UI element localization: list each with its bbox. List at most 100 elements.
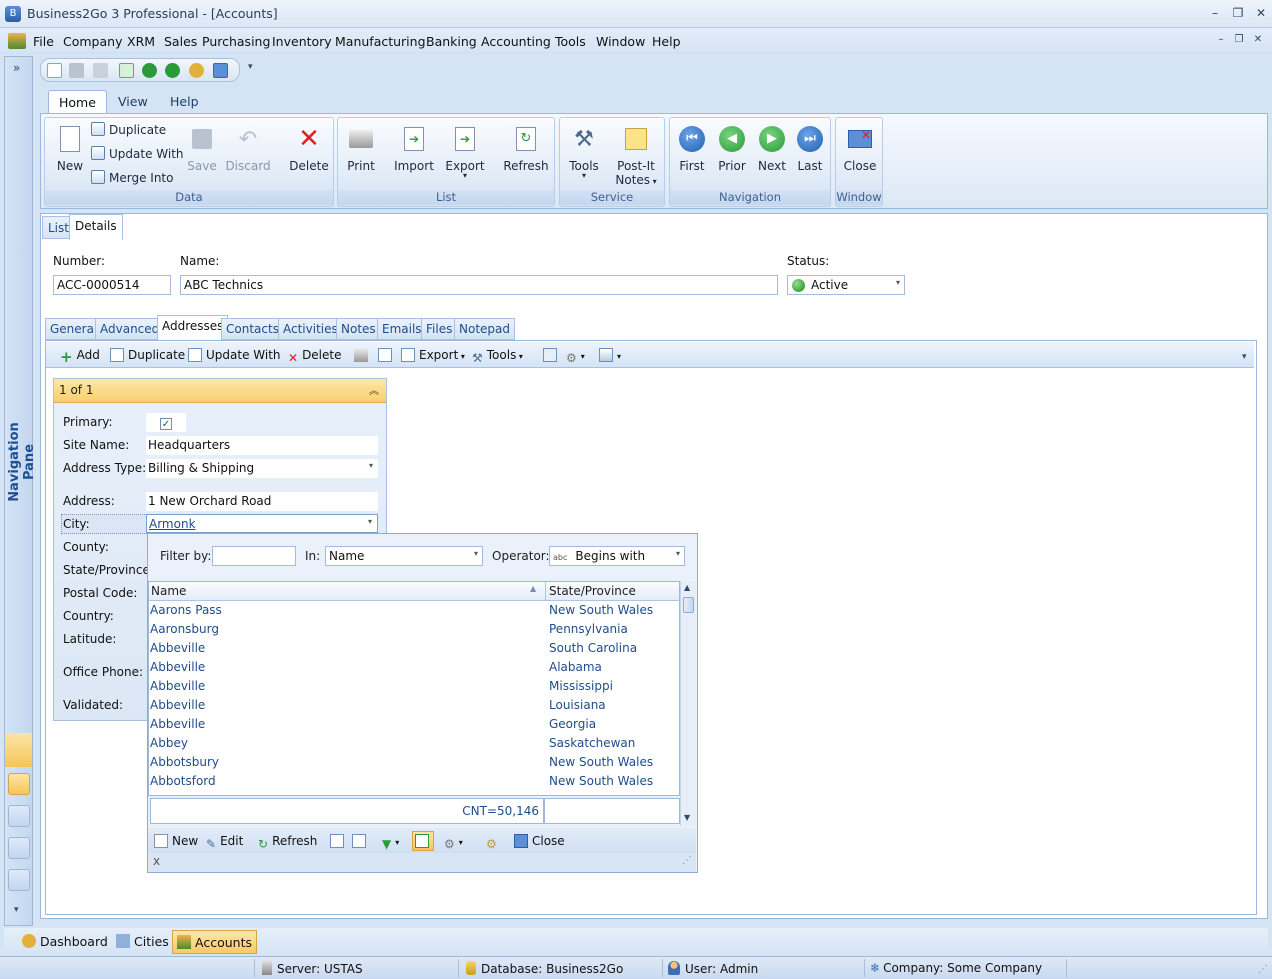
delete-address-button[interactable]: ✕ Delete xyxy=(288,348,342,365)
new-doc-icon[interactable] xyxy=(47,63,62,78)
number-field[interactable]: ACC-0000514 xyxy=(53,275,171,295)
tab-general[interactable]: General xyxy=(45,318,103,340)
menu-purchasing[interactable]: Purchasing xyxy=(202,34,270,49)
address-field[interactable]: 1 New Orchard Road xyxy=(146,492,378,511)
nav-module-icon[interactable] xyxy=(8,869,30,891)
tab-view[interactable]: View xyxy=(108,90,158,114)
last-button[interactable]: ⏭ Last xyxy=(792,124,828,173)
scroll-thumb[interactable] xyxy=(683,597,694,613)
doc-tab-dashboard[interactable]: Dashboard xyxy=(18,930,112,954)
print-address-button[interactable] xyxy=(354,348,372,362)
site-name-field[interactable]: Headquarters xyxy=(146,436,378,455)
city-row[interactable]: Abbotsbury New South Wales xyxy=(150,753,678,772)
address-type-select[interactable]: Billing & Shipping ▾ xyxy=(146,459,378,478)
duplicate-button[interactable]: Duplicate xyxy=(91,120,166,140)
update-with-address-button[interactable]: Update With xyxy=(188,348,281,362)
prior-icon[interactable] xyxy=(142,63,157,78)
menu-file[interactable]: File xyxy=(33,34,54,49)
delete-button[interactable]: ✕ Delete xyxy=(289,124,329,173)
menu-inventory[interactable]: Inventory xyxy=(272,34,332,49)
city-row[interactable]: Aarons Pass New South Wales xyxy=(150,601,678,620)
nav-module-icon[interactable] xyxy=(8,773,30,795)
merge-into-button[interactable]: Merge Into xyxy=(91,168,173,188)
collapse-all-button[interactable] xyxy=(352,834,370,848)
menu-tools[interactable]: Tools xyxy=(555,34,586,49)
city-select[interactable]: Armonk ▾ xyxy=(146,514,378,533)
refresh-icon[interactable] xyxy=(119,63,134,78)
collapse-icon[interactable]: ︽ xyxy=(369,382,379,397)
auto-filter-toggle[interactable] xyxy=(412,831,434,851)
tab-addresses[interactable]: Addresses xyxy=(157,315,229,341)
nav-module-icon[interactable] xyxy=(8,837,30,859)
refresh-button[interactable]: ↻ Refresh xyxy=(502,124,550,173)
city-row[interactable]: Abbeville Louisiana xyxy=(150,696,678,715)
expand-all-button[interactable] xyxy=(330,834,348,848)
nav-more-icon[interactable]: ▾ xyxy=(14,905,19,915)
close-doc-icon[interactable] xyxy=(213,63,228,78)
new-button[interactable]: New xyxy=(51,124,89,173)
name-field[interactable]: ABC Technics xyxy=(180,275,778,295)
menu-accounting[interactable]: Accounting xyxy=(481,34,551,49)
print-button[interactable]: Print xyxy=(342,124,380,173)
tab-home[interactable]: Home xyxy=(48,90,107,114)
menu-company[interactable]: Company xyxy=(63,34,122,49)
filter-button[interactable]: ▼ ▾ xyxy=(382,834,399,851)
import-button[interactable]: ➔ Import xyxy=(392,124,436,173)
in-select[interactable]: Name ▾ xyxy=(325,546,483,566)
expand-nav-button[interactable]: » xyxy=(13,61,20,75)
tools-button[interactable]: ⚒ Tools ▾ xyxy=(564,124,604,181)
nav-module-icon[interactable] xyxy=(8,805,30,827)
tab-files[interactable]: Files xyxy=(421,318,458,340)
prior-button[interactable]: ◀ Prior xyxy=(714,124,750,173)
mdi-icon[interactable] xyxy=(8,33,26,49)
operator-select[interactable]: abc Begins with ▾ xyxy=(549,546,685,566)
column-state[interactable]: State/Province xyxy=(549,584,636,598)
nav-splitter[interactable] xyxy=(5,733,32,767)
resize-grip-icon[interactable]: ⋰ xyxy=(682,855,692,866)
tools-icon[interactable] xyxy=(189,63,204,78)
dismiss-dropdown-button[interactable]: x xyxy=(153,854,160,868)
tools-address-button[interactable]: ⚒ Tools ▾ xyxy=(472,348,523,365)
tab-activities[interactable]: Activities xyxy=(278,318,343,340)
tab-notes[interactable]: Notes xyxy=(336,318,381,340)
doc-tab-accounts[interactable]: Accounts xyxy=(172,930,257,954)
edit-city-button[interactable]: ✎ Edit xyxy=(206,834,243,851)
new-city-button[interactable]: New xyxy=(154,834,198,848)
discard-button[interactable]: ↶ Discard xyxy=(225,124,271,174)
save-icon[interactable] xyxy=(69,63,84,78)
customize-qat-icon[interactable]: ▾ xyxy=(248,62,253,72)
next-button[interactable]: ▶ Next xyxy=(754,124,790,173)
tab-emails[interactable]: Emails xyxy=(377,318,427,340)
menu-sales[interactable]: Sales xyxy=(164,34,197,49)
close-button[interactable]: ✕ Close xyxy=(840,124,880,173)
mdi-restore-icon[interactable]: ❐ xyxy=(1230,32,1248,48)
resize-grip-icon[interactable]: ⋰ xyxy=(1258,964,1268,975)
city-grid-scrollbar[interactable]: ▲ ▼ xyxy=(680,581,696,826)
menu-xrm[interactable]: XRM xyxy=(127,34,155,49)
city-row[interactable]: Aaronsburg Pennsylvania xyxy=(150,620,678,639)
menu-help[interactable]: Help xyxy=(652,34,681,49)
close-window-icon[interactable]: ✕ xyxy=(1252,5,1270,21)
mdi-minimize-icon[interactable]: – xyxy=(1212,32,1230,48)
import-address-button[interactable] xyxy=(378,348,396,362)
minimize-icon[interactable]: – xyxy=(1206,5,1224,21)
city-row[interactable]: Abbeville Alabama xyxy=(150,658,678,677)
column-name[interactable]: Name xyxy=(151,584,186,598)
scroll-down-icon[interactable]: ▼ xyxy=(684,813,690,822)
city-row[interactable]: Abbeville Mississippi xyxy=(150,677,678,696)
undo-icon[interactable] xyxy=(93,63,108,78)
menu-manufacturing[interactable]: Manufacturing xyxy=(335,34,426,49)
menu-banking[interactable]: Banking xyxy=(426,34,477,49)
primary-checkbox[interactable]: ✓ xyxy=(160,418,172,430)
tab-details[interactable]: Details xyxy=(69,214,123,240)
tab-notepad[interactable]: Notepad xyxy=(454,318,515,340)
doc-tab-cities[interactable]: Cities xyxy=(112,930,173,954)
layout-button[interactable]: ▾ xyxy=(599,348,621,362)
tab-help[interactable]: Help xyxy=(160,90,209,114)
tab-advanced[interactable]: Advanced xyxy=(95,318,165,340)
city-row[interactable]: Abbey Saskatchewan xyxy=(150,734,678,753)
close-dropdown-button[interactable]: Close xyxy=(514,834,565,848)
city-row[interactable]: Abbeville South Carolina xyxy=(150,639,678,658)
first-button[interactable]: ⏮ First xyxy=(674,124,710,173)
chevron-down-icon[interactable]: ▾ xyxy=(368,517,372,526)
